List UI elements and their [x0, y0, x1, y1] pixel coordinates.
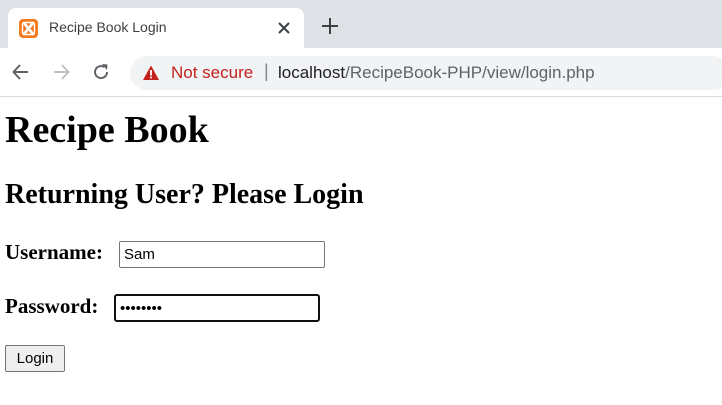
url-host: localhost [278, 63, 346, 82]
username-label: Username: [5, 240, 103, 264]
tab-title: Recipe Book Login [49, 19, 167, 35]
reload-icon[interactable] [91, 62, 111, 82]
security-status-label[interactable]: Not secure [171, 63, 253, 83]
password-label: Password: [5, 294, 99, 318]
username-input[interactable] [119, 241, 325, 268]
url-separator: | [264, 61, 269, 81]
browser-toolbar: Not secure | localhost/RecipeBook-PHP/vi… [0, 48, 722, 97]
password-input[interactable] [114, 294, 320, 322]
xampp-favicon-icon [19, 19, 38, 38]
login-button[interactable]: Login [5, 345, 65, 372]
close-icon[interactable] [276, 20, 292, 36]
page-title: Recipe Book [5, 109, 209, 151]
warning-triangle-icon[interactable] [142, 64, 160, 82]
url-path: /RecipeBook-PHP/view/login.php [345, 63, 595, 82]
arrow-right-icon[interactable] [51, 62, 71, 82]
plus-icon[interactable] [320, 16, 340, 36]
arrow-left-icon[interactable] [11, 62, 31, 82]
browser-tab[interactable]: Recipe Book Login [8, 8, 304, 48]
browser-tabstrip: Recipe Book Login [0, 0, 722, 48]
url-text[interactable]: localhost/RecipeBook-PHP/view/login.php [278, 63, 595, 83]
login-heading: Returning User? Please Login [5, 179, 364, 210]
address-bar[interactable]: Not secure | localhost/RecipeBook-PHP/vi… [130, 56, 722, 90]
